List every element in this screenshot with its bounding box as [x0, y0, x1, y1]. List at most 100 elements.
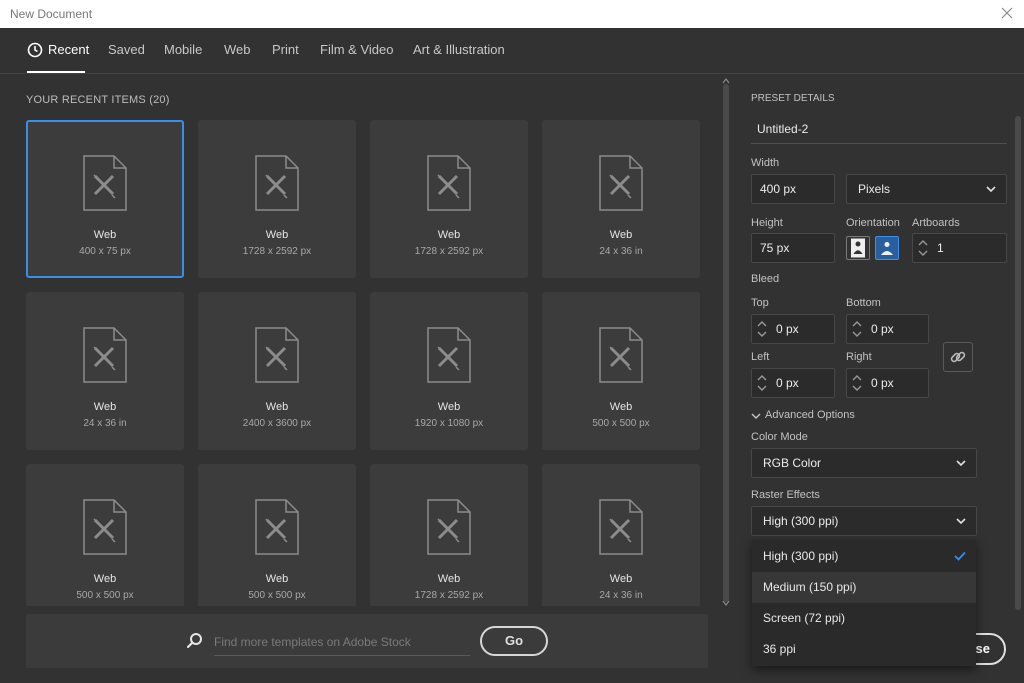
close-icon[interactable]	[998, 4, 1016, 22]
raster-option-label: 36 ppi	[763, 642, 796, 656]
width-input[interactable]: 400 px	[751, 174, 835, 204]
recent-item-type: Web	[609, 573, 633, 585]
scroll-down-icon[interactable]	[722, 600, 730, 606]
recent-items-title: YOUR RECENT ITEMS	[26, 94, 146, 106]
recent-scrollbar[interactable]	[720, 78, 732, 608]
tab-art-illustration[interactable]: Art & Illustration	[413, 42, 505, 57]
recent-item-tile[interactable]: Web 400 x 75 px	[26, 120, 184, 278]
tab-saved[interactable]: Saved	[108, 42, 145, 57]
stepper-arrows-icon[interactable]	[917, 238, 929, 258]
recent-item-tile[interactable]: Web 24 x 36 in	[542, 464, 700, 606]
document-template-icon	[83, 327, 127, 383]
document-template-icon	[83, 499, 127, 555]
raster-effects-value: High (300 ppi)	[763, 514, 839, 528]
landscape-orientation-button[interactable]	[875, 236, 899, 260]
recent-item-tile[interactable]: Web 500 x 500 px	[198, 464, 356, 606]
recent-item-size: 1920 x 1080 px	[414, 418, 484, 429]
raster-option-label: High (300 ppi)	[763, 549, 839, 563]
recent-item-tile[interactable]: Web 1920 x 1080 px	[370, 292, 528, 450]
bleed-left-label: Left	[751, 351, 770, 363]
recent-item-size: 500 x 500 px	[76, 590, 134, 601]
raster-option-medium[interactable]: Medium (150 ppi)	[752, 572, 976, 603]
recent-item-size: 24 x 36 in	[83, 418, 127, 429]
chevron-down-icon	[956, 460, 966, 467]
preset-scrollbar[interactable]	[1012, 110, 1024, 618]
document-template-icon	[427, 499, 471, 555]
recent-item-type: Web	[609, 229, 633, 241]
portrait-orientation-button[interactable]	[846, 236, 870, 260]
document-template-icon	[599, 155, 643, 211]
stepper-arrows-icon[interactable]	[756, 373, 768, 393]
link-bleed-button[interactable]	[943, 342, 973, 372]
bleed-bottom-label: Bottom	[846, 297, 881, 309]
height-input[interactable]: 75 px	[751, 233, 835, 263]
bleed-left-value: 0 px	[776, 376, 799, 390]
go-button[interactable]: Go	[480, 626, 548, 656]
bleed-bottom-stepper[interactable]: 0 px	[846, 314, 929, 344]
category-tabs: Recent Saved Mobile Web Print Film & Vid…	[0, 28, 720, 74]
recent-item-size: 500 x 500 px	[248, 590, 306, 601]
recent-item-type: Web	[265, 229, 289, 241]
recent-item-type: Web	[93, 401, 117, 413]
orientation-label: Orientation	[846, 217, 900, 229]
recent-item-tile[interactable]: Web 1728 x 2592 px	[198, 120, 356, 278]
raster-effects-select[interactable]: High (300 ppi)	[751, 506, 977, 536]
recent-item-tile[interactable]: Web 1728 x 2592 px	[370, 120, 528, 278]
raster-option-screen[interactable]: Screen (72 ppi)	[752, 603, 976, 634]
recent-item-tile[interactable]: Web 24 x 36 in	[542, 120, 700, 278]
tab-film-video[interactable]: Film & Video	[320, 42, 393, 57]
recent-items-count: (20)	[149, 94, 170, 106]
stock-search-input[interactable]	[214, 628, 470, 656]
raster-option-label: Screen (72 ppi)	[763, 611, 846, 625]
bleed-top-value: 0 px	[776, 322, 799, 336]
preset-details-header: PRESET DETAILS	[751, 93, 835, 104]
tab-recent[interactable]: Recent	[48, 42, 89, 57]
bleed-right-value: 0 px	[871, 376, 894, 390]
bleed-right-label: Right	[846, 351, 872, 363]
units-select[interactable]: Pixels	[846, 174, 1007, 204]
recent-item-type: Web	[265, 401, 289, 413]
document-name-field[interactable]: Untitled-2	[751, 114, 1007, 144]
chevron-down-icon	[956, 518, 966, 525]
recent-items-grid: Web 400 x 75 px Web 1728 x 2592 px Web 1728 x…	[26, 118, 706, 606]
stepper-arrows-icon[interactable]	[851, 373, 863, 393]
tab-mobile[interactable]: Mobile	[164, 42, 202, 57]
clock-icon	[27, 42, 43, 58]
tab-web[interactable]: Web	[224, 42, 251, 57]
recent-item-tile[interactable]: Web 500 x 500 px	[26, 464, 184, 606]
recent-item-tile[interactable]: Web 500 x 500 px	[542, 292, 700, 450]
raster-effects-label: Raster Effects	[751, 489, 820, 501]
recent-items-header: YOUR RECENT ITEMS (20)	[26, 94, 170, 106]
bleed-top-stepper[interactable]: 0 px	[751, 314, 835, 344]
document-template-icon	[599, 327, 643, 383]
recent-item-type: Web	[437, 573, 461, 585]
link-icon	[950, 351, 966, 363]
landscape-icon	[881, 242, 893, 255]
bleed-left-stepper[interactable]: 0 px	[751, 368, 835, 398]
bleed-right-stepper[interactable]: 0 px	[846, 368, 929, 398]
document-template-icon	[427, 327, 471, 383]
recent-item-tile[interactable]: Web 1728 x 2592 px	[370, 464, 528, 606]
color-mode-value: RGB Color	[763, 456, 822, 470]
artboards-stepper[interactable]: 1	[912, 233, 1007, 263]
scrollbar-thumb[interactable]	[723, 84, 729, 602]
recent-item-type: Web	[609, 401, 633, 413]
scrollbar-thumb[interactable]	[1015, 116, 1021, 610]
raster-option-36[interactable]: 36 ppi	[752, 634, 976, 665]
raster-option-high[interactable]: High (300 ppi)	[752, 541, 976, 572]
recent-item-type: Web	[437, 401, 461, 413]
stepper-arrows-icon[interactable]	[756, 319, 768, 339]
bleed-bottom-value: 0 px	[871, 322, 894, 336]
color-mode-select[interactable]: RGB Color	[751, 448, 977, 478]
recent-item-tile[interactable]: Web 2400 x 3600 px	[198, 292, 356, 450]
tab-print[interactable]: Print	[272, 42, 299, 57]
window-title: New Document	[10, 7, 93, 21]
recent-item-type: Web	[93, 229, 117, 241]
width-label: Width	[751, 157, 780, 169]
raster-option-label: Medium (150 ppi)	[763, 580, 857, 594]
recent-item-size: 400 x 75 px	[79, 246, 131, 257]
recent-item-tile[interactable]: Web 24 x 36 in	[26, 292, 184, 450]
recent-item-size: 1728 x 2592 px	[414, 590, 484, 601]
stepper-arrows-icon[interactable]	[851, 319, 863, 339]
document-template-icon	[255, 499, 299, 555]
